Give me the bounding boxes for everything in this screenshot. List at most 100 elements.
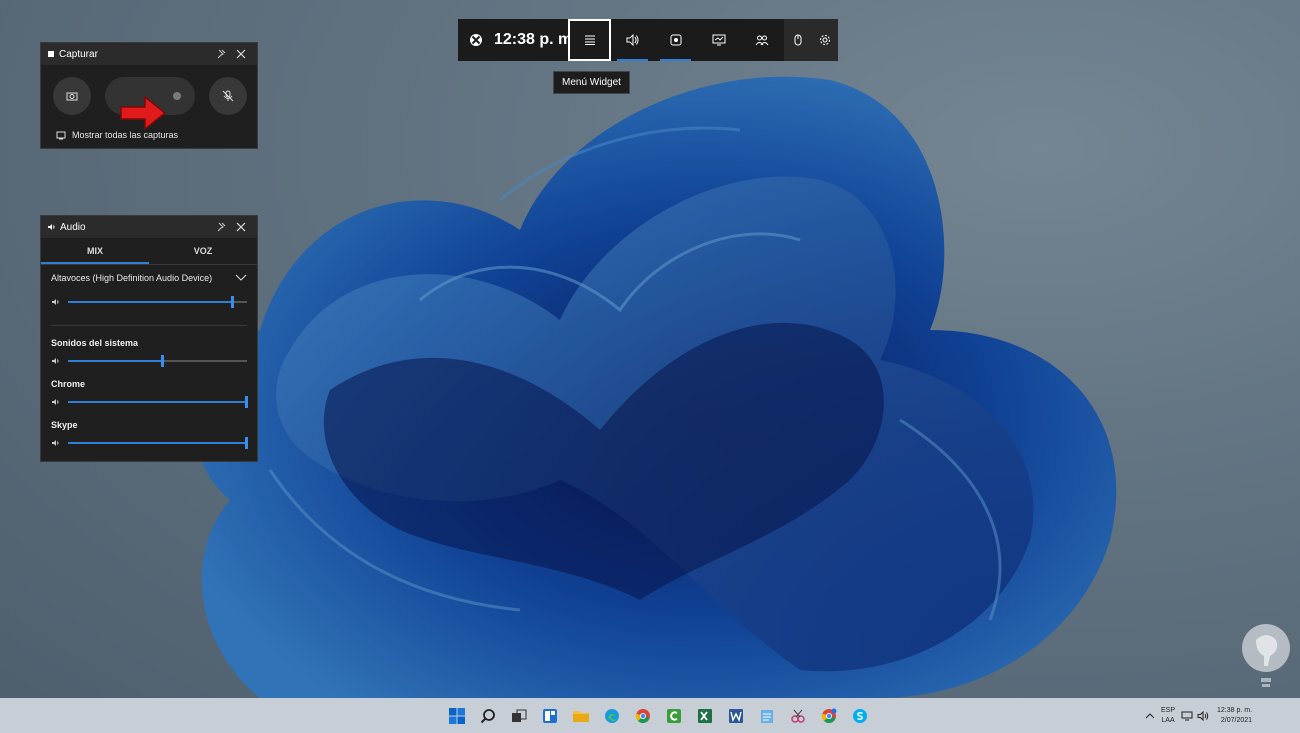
scissors-icon	[790, 709, 805, 723]
performance-widget-button[interactable]	[697, 19, 740, 61]
divider	[51, 325, 247, 326]
list-icon	[584, 35, 595, 45]
skype-volume-row	[41, 432, 257, 454]
lang-line2: LAA	[1161, 716, 1175, 724]
mic-off-icon	[222, 90, 234, 102]
settings-button[interactable]	[811, 19, 838, 61]
capture-buttons	[41, 65, 257, 131]
file-explorer-button[interactable]	[566, 701, 596, 731]
speaker-icon	[626, 34, 638, 46]
taskbar-clock[interactable]: 12:38 p. m. 2/07/2021	[1217, 706, 1252, 726]
language-indicator[interactable]: ESP LAA	[1161, 706, 1175, 726]
people-icon	[755, 35, 768, 46]
edge-icon	[604, 708, 619, 723]
notepad-button[interactable]	[752, 701, 782, 731]
pin-icon[interactable]	[211, 43, 231, 65]
audio-widget-button[interactable]	[611, 19, 654, 61]
show-all-captures-link[interactable]: Mostrar todas las capturas	[56, 130, 257, 140]
gamebar-right	[784, 19, 838, 61]
widget-menu-button[interactable]	[568, 19, 611, 61]
app-label-skype: Skype	[51, 420, 78, 430]
windows-icon	[448, 707, 465, 724]
audio-tabs: MIX VOZ	[41, 238, 257, 265]
snipping-tool-button[interactable]	[783, 701, 813, 731]
slider-fill	[68, 401, 247, 403]
active-indicator	[617, 59, 648, 61]
word-icon	[728, 708, 743, 723]
mouse-icon	[794, 34, 801, 46]
social-widget-button[interactable]	[740, 19, 783, 61]
capture-icon	[670, 34, 681, 46]
mouse-button[interactable]	[784, 19, 811, 61]
volume-icon[interactable]	[51, 398, 60, 406]
volume-icon[interactable]	[51, 439, 60, 447]
close-icon[interactable]	[231, 43, 251, 65]
camtasia-button[interactable]	[659, 701, 689, 731]
camtasia-icon	[666, 708, 681, 723]
chevron-up-icon[interactable]	[1145, 712, 1155, 720]
capture-title: Capturar	[59, 48, 98, 60]
slider-thumb[interactable]	[245, 437, 248, 449]
audio-title: Audio	[60, 221, 86, 233]
volume-icon[interactable]	[51, 357, 60, 365]
audio-titlebar[interactable]: Audio	[41, 216, 257, 238]
system-volume-row	[41, 350, 257, 372]
output-device-select[interactable]: Altavoces (High Definition Audio Device)	[41, 265, 257, 291]
system-tray: ESP LAA 12:38 p. m. 2/07/2021	[1145, 698, 1252, 733]
show-all-label: Mostrar todas las capturas	[72, 130, 179, 140]
chevron-down-icon	[235, 274, 247, 281]
master-volume-row	[41, 291, 257, 313]
slider-thumb[interactable]	[230, 296, 234, 308]
folder-icon	[572, 710, 589, 722]
network-icon[interactable]	[1181, 711, 1193, 721]
chrome-button[interactable]	[628, 701, 658, 731]
chrome-profile-button[interactable]	[814, 701, 844, 731]
chrome-volume-slider[interactable]	[68, 396, 248, 408]
widgets-icon	[542, 708, 557, 723]
app-label-chrome: Chrome	[51, 379, 86, 389]
skype-icon	[852, 708, 867, 723]
slider-thumb[interactable]	[245, 396, 248, 408]
task-view-icon	[511, 709, 526, 722]
capture-widget-button[interactable]	[654, 19, 697, 61]
word-button[interactable]	[721, 701, 751, 731]
chrome-icon	[635, 708, 650, 723]
monitor-icon	[712, 34, 725, 46]
volume-icon[interactable]	[1197, 710, 1209, 721]
gear-icon	[819, 35, 830, 45]
close-icon[interactable]	[231, 216, 251, 238]
site-logo	[1242, 624, 1290, 687]
clock-date: 2/07/2021	[1220, 716, 1253, 724]
search-button[interactable]	[473, 701, 503, 731]
capture-widget: Capturar Mostrar todas las capturas	[40, 42, 258, 149]
widget-menu-tooltip: Menú Widget	[553, 71, 630, 94]
game-bar: 12:38 p. m.	[458, 19, 838, 61]
mic-toggle-button[interactable]	[209, 77, 247, 115]
red-arrow-annotation	[120, 95, 167, 131]
audio-widget: Audio MIX VOZ Altavoces (High Definition…	[40, 215, 258, 462]
taskbar: ESP LAA 12:38 p. m. 2/07/2021	[0, 698, 1300, 733]
skype-button[interactable]	[845, 701, 875, 731]
volume-icon[interactable]	[51, 298, 60, 306]
lang-line1: ESP	[1161, 706, 1176, 714]
camera-icon	[66, 92, 78, 101]
pin-icon[interactable]	[211, 216, 231, 238]
tab-voz[interactable]: VOZ	[149, 238, 257, 264]
xbox-icon[interactable]	[458, 19, 494, 61]
skype-volume-slider[interactable]	[68, 437, 248, 449]
master-volume-slider[interactable]	[68, 296, 247, 308]
start-button[interactable]	[442, 701, 472, 731]
widgets-button[interactable]	[535, 701, 565, 731]
system-volume-slider[interactable]	[68, 355, 247, 367]
edge-button[interactable]	[597, 701, 627, 731]
speaker-small-icon	[48, 224, 55, 230]
excel-button[interactable]	[690, 701, 720, 731]
task-view-button[interactable]	[504, 701, 534, 731]
record-dot-icon	[173, 92, 181, 100]
screenshot-button[interactable]	[53, 77, 91, 115]
capture-titlebar[interactable]: Capturar	[41, 43, 257, 65]
taskbar-apps	[441, 698, 875, 733]
tab-mix[interactable]: MIX	[41, 238, 149, 264]
slider-fill	[68, 301, 233, 303]
slider-thumb[interactable]	[160, 355, 164, 367]
